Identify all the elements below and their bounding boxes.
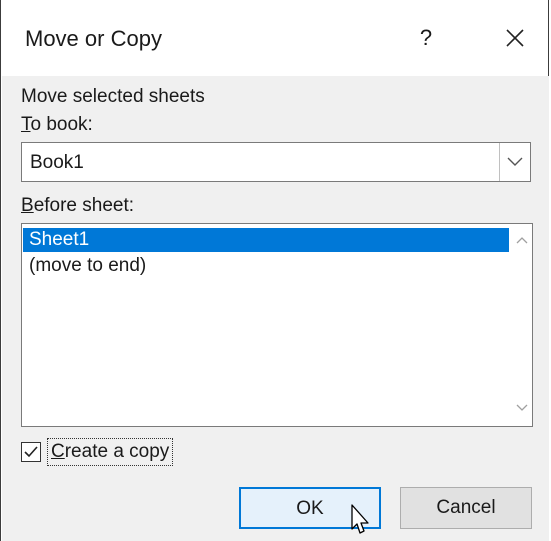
- scroll-down-arrow-icon[interactable]: [516, 404, 528, 412]
- create-copy-label-accel: C: [51, 441, 65, 462]
- to-book-label-accel: T: [21, 114, 31, 135]
- before-sheet-listbox[interactable]: Sheet1 (move to end): [21, 223, 533, 427]
- to-book-label-text: o book:: [30, 114, 93, 135]
- create-copy-label[interactable]: Create a copy: [47, 438, 174, 466]
- list-item-move-to-end[interactable]: (move to end): [23, 254, 509, 278]
- cancel-button[interactable]: Cancel: [400, 487, 532, 529]
- title-bar: Move or Copy ?: [1, 0, 548, 76]
- close-button[interactable]: [495, 18, 535, 58]
- create-copy-checkbox[interactable]: [21, 442, 41, 462]
- before-sheet-label-text: efore sheet:: [33, 195, 135, 216]
- before-sheet-label: Before sheet:: [21, 195, 134, 217]
- to-book-label: To book:: [21, 114, 93, 136]
- to-book-value: Book1: [30, 152, 84, 173]
- help-button[interactable]: ?: [409, 18, 443, 58]
- listbox-scrollbar[interactable]: [510, 224, 532, 426]
- move-or-copy-dialog: Move or Copy ? Move selected sheets To b…: [0, 0, 549, 541]
- scroll-up-arrow-icon[interactable]: [516, 236, 528, 244]
- to-book-dropdown-button[interactable]: [499, 143, 530, 181]
- checkmark-icon: [24, 446, 38, 458]
- before-sheet-label-accel: B: [21, 195, 34, 216]
- dialog-title: Move or Copy: [25, 26, 162, 51]
- mouse-pointer-icon: [351, 504, 369, 534]
- section-heading: Move selected sheets: [21, 86, 205, 107]
- to-book-dropdown[interactable]: Book1: [21, 142, 531, 182]
- list-item-sheet1[interactable]: Sheet1: [23, 228, 509, 252]
- chevron-down-icon: [507, 157, 523, 166]
- close-icon: [506, 29, 524, 47]
- create-copy-label-text: reate a copy: [64, 441, 170, 462]
